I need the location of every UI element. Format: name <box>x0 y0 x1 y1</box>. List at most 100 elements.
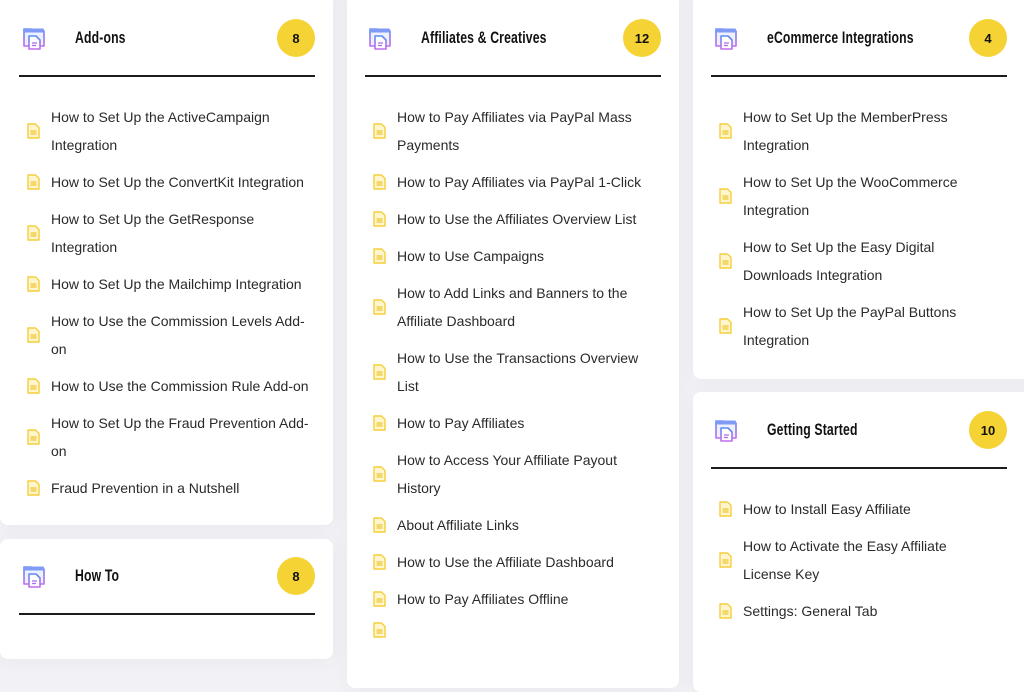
article-link[interactable]: How to Set Up the Fraud Prevention Add-o… <box>19 409 315 465</box>
article-title[interactable]: Settings: General Tab <box>743 597 998 625</box>
article-title[interactable]: How to Pay Affiliates via PayPal 1-Click <box>397 168 645 196</box>
article-link[interactable] <box>365 622 661 638</box>
article-title[interactable]: How to Set Up the Easy Digital Downloads… <box>743 233 998 289</box>
article-link[interactable]: How to Use the Transactions Overview Lis… <box>365 344 661 400</box>
document-icon <box>373 591 386 607</box>
article-link[interactable]: How to Set Up the Easy Digital Downloads… <box>711 233 1020 289</box>
article-title[interactable]: How to Set Up the ConvertKit Integration <box>51 168 309 196</box>
article-title[interactable]: Fraud Prevention in a Nutshell <box>51 474 309 502</box>
article-count-badge: 10 <box>969 411 1007 449</box>
document-icon <box>27 123 40 139</box>
article-link[interactable]: How to Set Up the PayPal Buttons Integra… <box>711 298 1020 354</box>
article-link[interactable]: How to Use the Commission Levels Add-on <box>19 307 315 363</box>
category-title[interactable]: Add-ons <box>75 28 126 48</box>
document-icon <box>373 415 386 431</box>
category-card-addons: Add-ons 8 How to Set Up the ActiveCampaig… <box>0 0 333 525</box>
category-title[interactable]: Affiliates & Creatives <box>421 28 547 48</box>
article-link[interactable]: How to Set Up the Mailchimp Integration <box>19 270 315 298</box>
folder-document-icon <box>715 420 737 442</box>
article-link[interactable]: About Affiliate Links <box>365 511 661 539</box>
card-header: Affiliates & Creatives 12 <box>365 19 661 57</box>
article-title[interactable]: How to Add Links and Banners to the Affi… <box>397 279 645 335</box>
document-icon <box>373 174 386 190</box>
category-card-ecommerce-integrations: eCommerce Integrations 4 How to Set Up th… <box>693 0 1024 379</box>
document-icon <box>27 276 40 292</box>
document-icon <box>27 225 40 241</box>
card-header: How To 8 <box>19 557 315 595</box>
article-title[interactable]: How to Set Up the PayPal Buttons Integra… <box>743 298 998 354</box>
document-icon <box>719 318 732 334</box>
document-icon <box>373 554 386 570</box>
category-card-getting-started: Getting Started 10 How to Install Easy Af… <box>693 392 1024 692</box>
category-title[interactable]: eCommerce Integrations <box>767 28 914 48</box>
article-link[interactable]: How to Add Links and Banners to the Affi… <box>365 279 661 335</box>
document-icon <box>27 429 40 445</box>
document-icon <box>373 466 386 482</box>
article-title[interactable]: How to Set Up the WooCommerce Integratio… <box>743 168 998 224</box>
article-link[interactable]: How to Set Up the GetResponse Integratio… <box>19 205 315 261</box>
article-link[interactable]: How to Pay Affiliates via PayPal Mass Pa… <box>365 103 661 159</box>
article-title[interactable]: How to Use the Commission Levels Add-on <box>51 307 309 363</box>
article-title[interactable]: How to Install Easy Affiliate <box>743 495 998 523</box>
article-title[interactable]: How to Set Up the Fraud Prevention Add-o… <box>51 409 309 465</box>
article-link[interactable]: How to Set Up the MemberPress Integratio… <box>711 103 1020 159</box>
article-link[interactable]: How to Access Your Affiliate Payout Hist… <box>365 446 661 502</box>
document-icon <box>27 174 40 190</box>
article-title[interactable]: How to Set Up the Mailchimp Integration <box>51 270 309 298</box>
article-title[interactable]: How to Access Your Affiliate Payout Hist… <box>397 446 645 502</box>
category-title[interactable]: Getting Started <box>767 420 858 440</box>
article-title[interactable]: How to Use Campaigns <box>397 242 645 270</box>
article-title[interactable]: How to Set Up the MemberPress Integratio… <box>743 103 998 159</box>
article-link[interactable]: How to Pay Affiliates Offline <box>365 585 661 613</box>
header-divider <box>711 467 1007 469</box>
article-count-badge: 12 <box>623 19 661 57</box>
article-link[interactable]: How to Use the Affiliate Dashboard <box>365 548 661 576</box>
document-icon <box>373 517 386 533</box>
article-link[interactable]: How to Use Campaigns <box>365 242 661 270</box>
article-title[interactable]: How to Pay Affiliates Offline <box>397 585 645 613</box>
document-icon <box>719 253 732 269</box>
article-count-badge: 8 <box>277 557 315 595</box>
article-title[interactable]: How to Use the Transactions Overview Lis… <box>397 344 645 400</box>
article-link[interactable]: How to Set Up the ConvertKit Integration <box>19 168 315 196</box>
article-link[interactable]: Fraud Prevention in a Nutshell <box>19 474 315 502</box>
article-title[interactable]: How to Pay Affiliates <box>397 409 645 437</box>
article-count-badge: 4 <box>969 19 1007 57</box>
card-header: eCommerce Integrations 4 <box>711 19 1007 57</box>
document-icon <box>719 501 732 517</box>
category-title[interactable]: How To <box>75 566 119 586</box>
article-title[interactable]: How to Activate the Easy Affiliate Licen… <box>743 532 998 588</box>
article-link[interactable]: How to Activate the Easy Affiliate Licen… <box>711 532 1020 588</box>
document-icon <box>719 188 732 204</box>
article-link[interactable]: How to Use the Commission Rule Add-on <box>19 372 315 400</box>
article-title[interactable]: How to Pay Affiliates via PayPal Mass Pa… <box>397 103 645 159</box>
article-link[interactable]: How to Install Easy Affiliate <box>711 495 1020 523</box>
card-header: Getting Started 10 <box>711 411 1007 449</box>
article-list: How to Pay Affiliates via PayPal Mass Pa… <box>365 103 661 638</box>
article-title[interactable]: How to Use the Commission Rule Add-on <box>51 372 309 400</box>
document-icon <box>373 123 386 139</box>
article-count-badge: 8 <box>277 19 315 57</box>
article-title[interactable]: How to Set Up the GetResponse Integratio… <box>51 205 309 261</box>
card-header: Add-ons 8 <box>19 19 315 57</box>
article-link[interactable]: How to Set Up the ActiveCampaign Integra… <box>19 103 315 159</box>
document-icon <box>719 603 732 619</box>
article-link[interactable]: How to Set Up the WooCommerce Integratio… <box>711 168 1020 224</box>
article-list: How to Set Up the MemberPress Integratio… <box>711 103 1020 354</box>
header-divider <box>19 613 315 615</box>
document-icon <box>373 622 386 638</box>
article-link[interactable]: Settings: General Tab <box>711 597 1020 625</box>
article-link[interactable]: How to Use the Affiliates Overview List <box>365 205 661 233</box>
document-icon <box>719 123 732 139</box>
document-icon <box>373 299 386 315</box>
header-divider <box>19 75 315 77</box>
article-title[interactable]: How to Use the Affiliate Dashboard <box>397 548 645 576</box>
article-title[interactable]: How to Use the Affiliates Overview List <box>397 205 645 233</box>
article-link[interactable]: How to Pay Affiliates <box>365 409 661 437</box>
header-divider <box>365 75 661 77</box>
article-title[interactable]: About Affiliate Links <box>397 511 645 539</box>
article-title[interactable]: How to Set Up the ActiveCampaign Integra… <box>51 103 309 159</box>
article-link[interactable]: How to Pay Affiliates via PayPal 1-Click <box>365 168 661 196</box>
article-list: How to Set Up the ActiveCampaign Integra… <box>19 103 315 502</box>
document-icon <box>27 327 40 343</box>
